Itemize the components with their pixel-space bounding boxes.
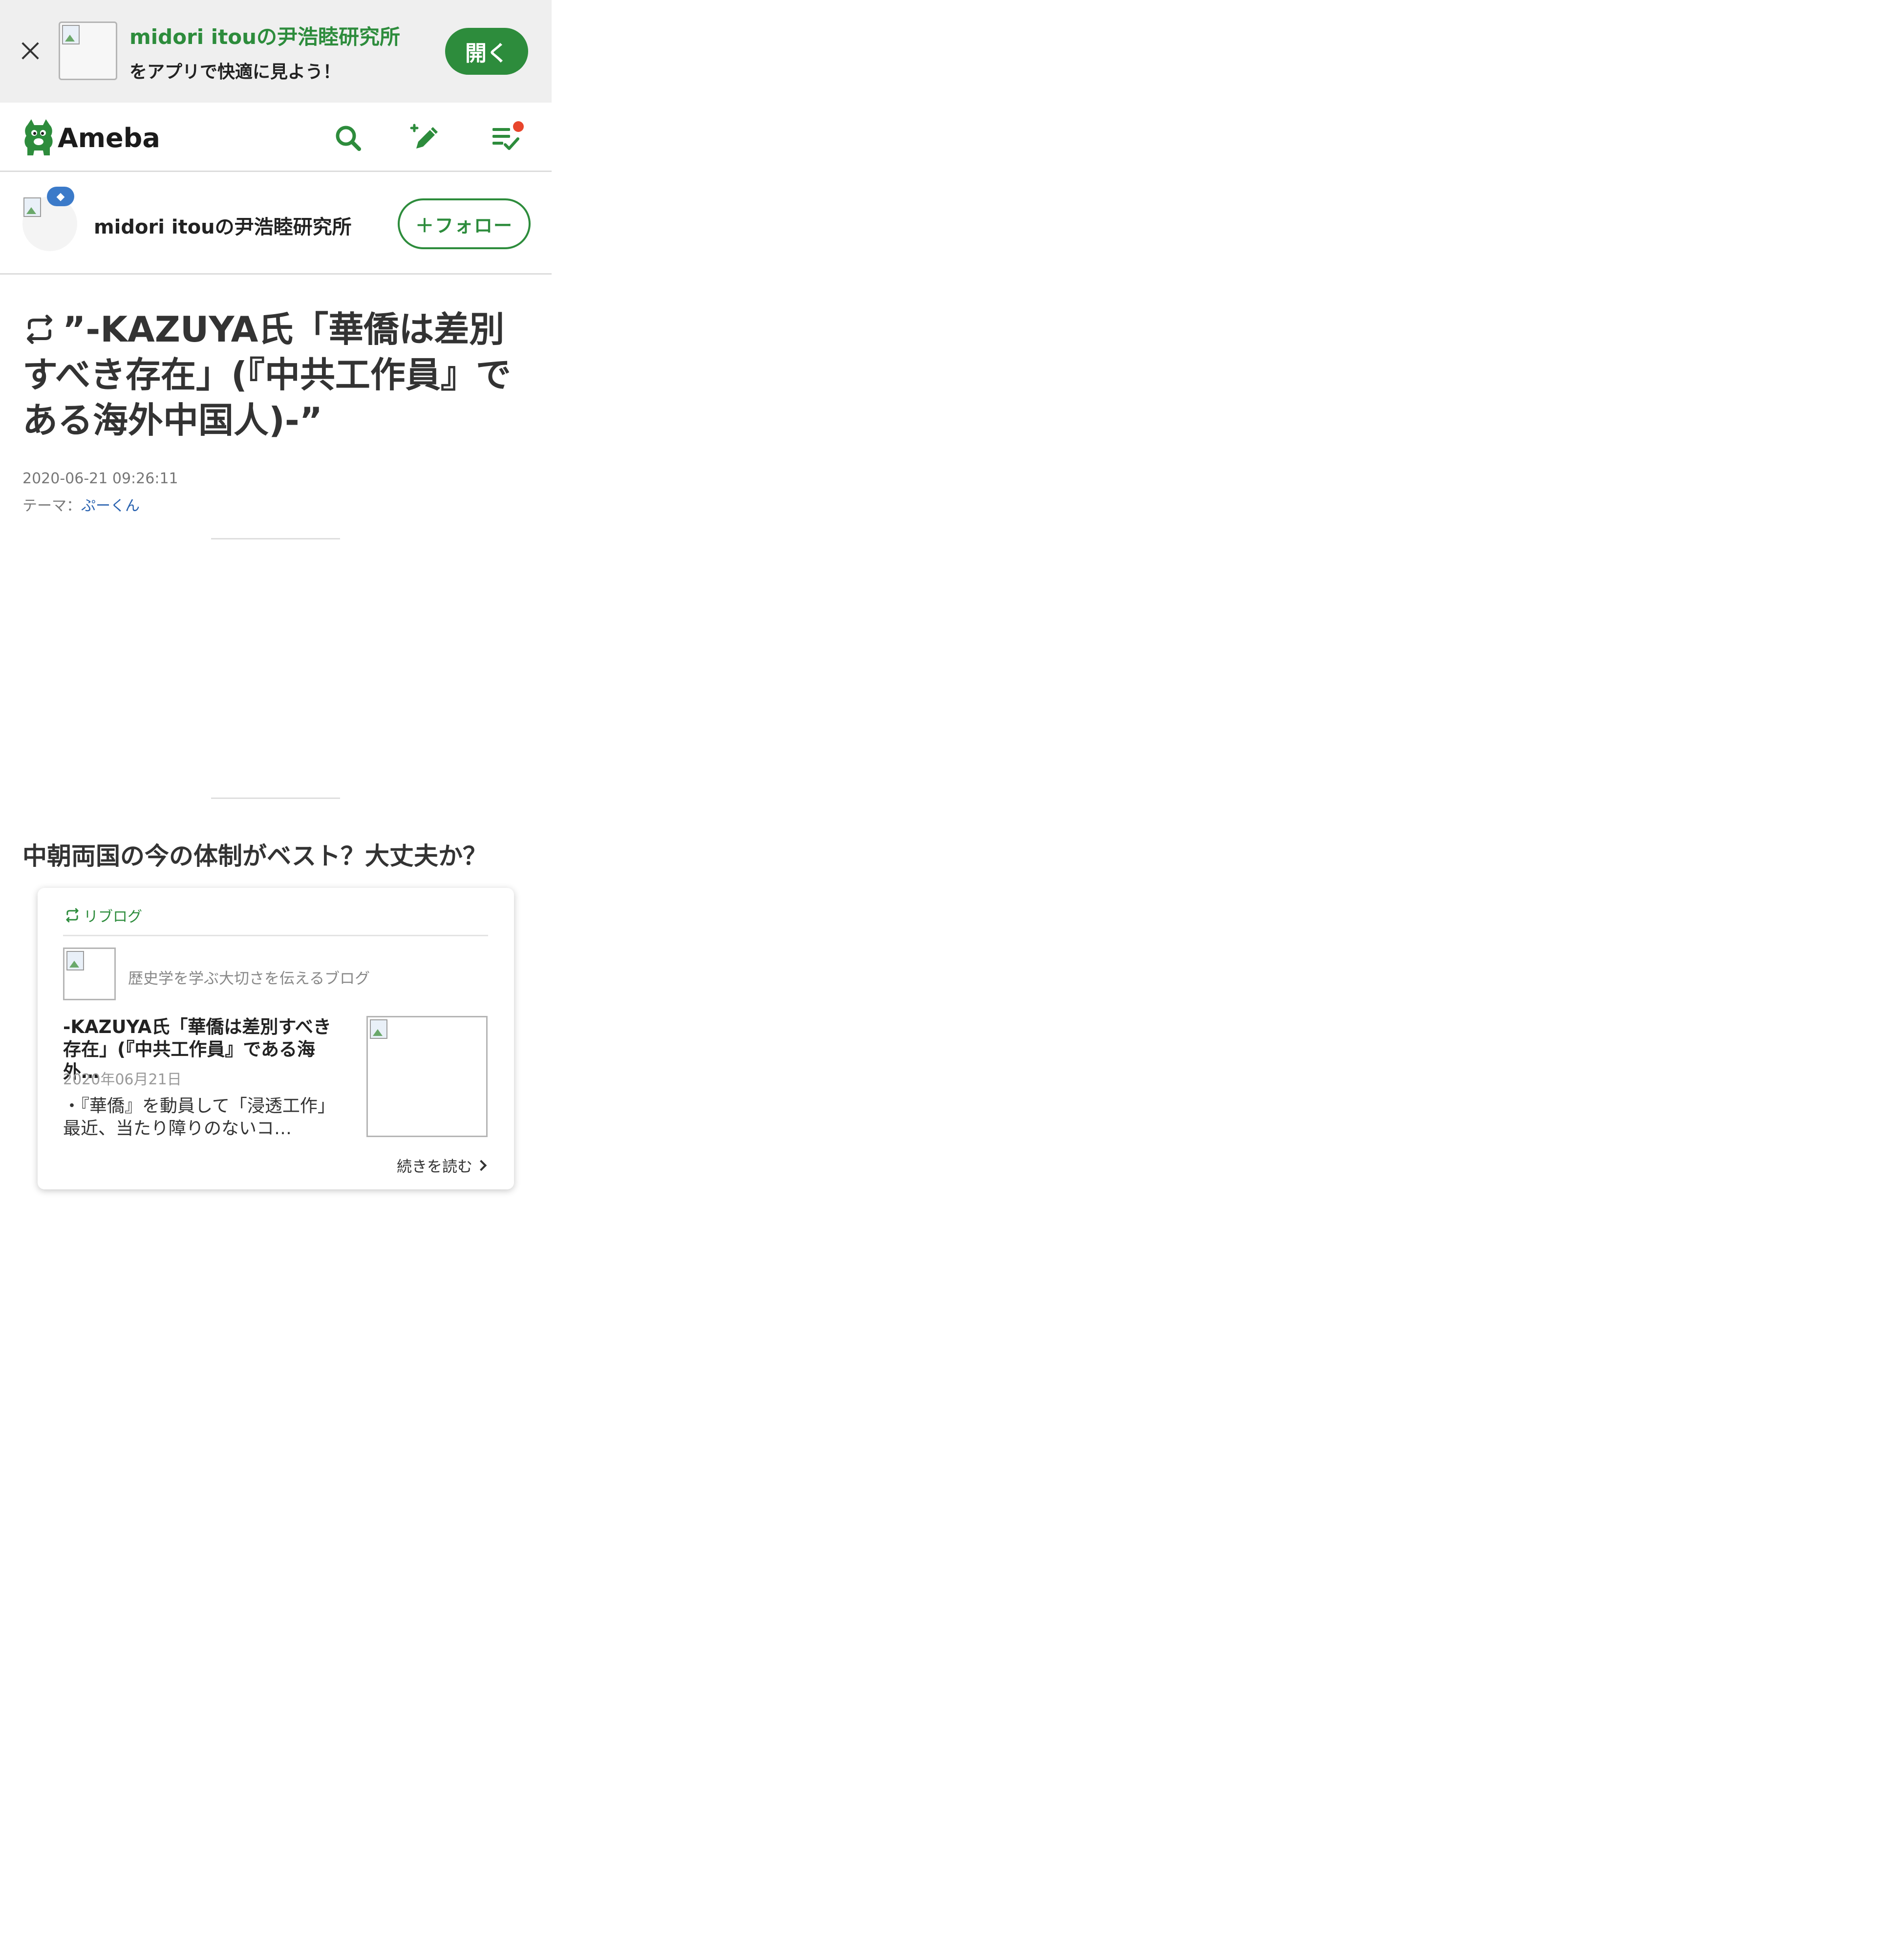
page: midori itouの尹浩睦研究所 をアプリで快適に見よう！ 開く Ameba bbox=[0, 0, 1882, 1960]
source-entry-excerpt: ・『華僑』を動員して「浸透工作」最近、当たり障りのないコ… bbox=[63, 1096, 335, 1139]
banner-blog-thumbnail bbox=[59, 22, 117, 80]
follow-button[interactable]: ＋フォロー bbox=[398, 198, 531, 249]
mobile-column: midori itouの尹浩睦研究所 をアプリで快適に見よう！ 開く Ameba bbox=[0, 0, 552, 1960]
logo-text: Ameba bbox=[58, 122, 160, 153]
search-icon[interactable] bbox=[331, 121, 365, 155]
banner-subtitle: をアプリで快適に見よう！ bbox=[129, 62, 341, 82]
article-theme: テーマ：ぷーくん bbox=[22, 494, 140, 515]
app-banner: midori itouの尹浩睦研究所 をアプリで快適に見よう！ 開く bbox=[0, 0, 552, 103]
blog-name[interactable]: midori itouの尹浩睦研究所 bbox=[94, 211, 352, 239]
open-app-button[interactable]: 開く bbox=[445, 28, 528, 75]
notification-dot bbox=[513, 121, 524, 132]
reblog-card[interactable]: リブログ 歴史学を学ぶ大切さを伝えるブログ -KAZUYA氏「華僑は差別すべき存… bbox=[38, 888, 514, 1189]
reblog-icon bbox=[27, 315, 52, 344]
ad-divider-bottom bbox=[211, 797, 340, 799]
ameba-logo[interactable]: Ameba bbox=[21, 118, 160, 157]
ad-divider-top bbox=[211, 538, 340, 539]
ameba-mascot-icon bbox=[24, 119, 53, 155]
site-header: Ameba bbox=[0, 103, 552, 172]
ameba-badge-icon: ◆ bbox=[47, 187, 74, 206]
source-blog-name[interactable]: 歴史学を学ぶ大切さを伝えるブログ bbox=[128, 966, 370, 988]
theme-prefix: テーマ： bbox=[22, 497, 81, 515]
broken-image-icon bbox=[62, 25, 80, 44]
broken-image-icon bbox=[370, 1019, 387, 1039]
blog-info-bar: ◆ midori itouの尹浩睦研究所 ＋フォロー bbox=[0, 172, 552, 275]
reblog-icon bbox=[66, 908, 79, 923]
write-blog-icon[interactable] bbox=[406, 121, 441, 155]
article-title: ”-KAZUYA氏「華僑は差別すべき存在」(『中共工作員』である海外中国人)-” bbox=[22, 307, 535, 443]
source-entry-date: 2020年06月21日 bbox=[63, 1071, 182, 1088]
source-blog-thumbnail bbox=[63, 948, 116, 1000]
chevron-right-icon bbox=[475, 1160, 487, 1171]
broken-image-icon bbox=[23, 197, 41, 217]
reblog-divider bbox=[63, 935, 488, 936]
banner-title: midori itouの尹浩睦研究所 bbox=[129, 25, 401, 49]
reblog-card-header: リブログ bbox=[64, 905, 142, 926]
broken-image-icon bbox=[66, 951, 84, 970]
reblog-label: リブログ bbox=[84, 908, 142, 926]
read-more-link[interactable]: 続きを読む bbox=[397, 1154, 487, 1176]
close-icon[interactable] bbox=[18, 38, 43, 64]
article-title-text: ”-KAZUYA氏「華僑は差別すべき存在」(『中共工作員』である海外中国人)-” bbox=[22, 309, 511, 441]
read-more-label: 続きを読む bbox=[397, 1158, 472, 1176]
article-date: 2020-06-21 09:26:11 bbox=[22, 470, 178, 487]
source-entry-thumbnail bbox=[366, 1016, 488, 1137]
theme-link[interactable]: ぷーくん bbox=[81, 497, 140, 515]
section-heading: 中朝両国の今の体制がベスト？大丈夫か？ bbox=[22, 842, 487, 870]
